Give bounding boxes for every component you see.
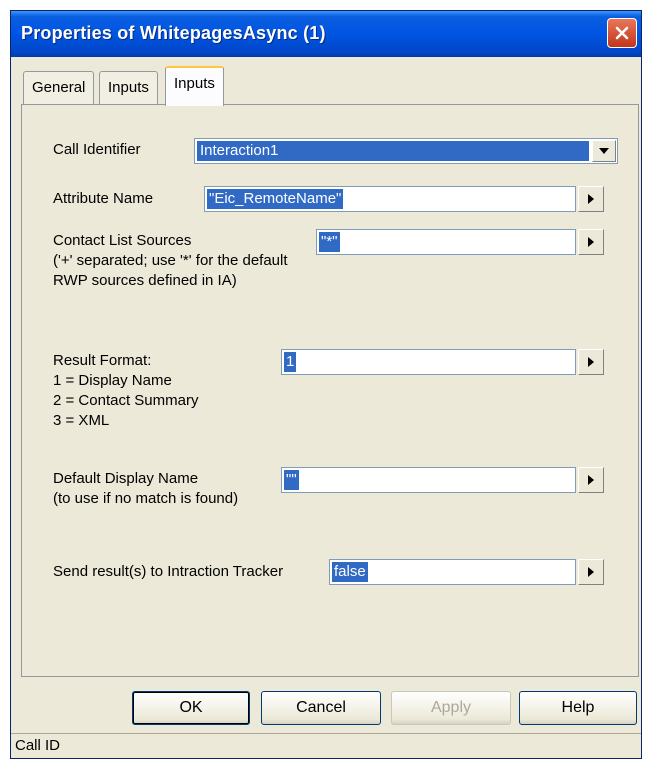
result-format-option-2: 2 = Contact Summary	[53, 392, 199, 409]
tab-inputs[interactable]: Inputs	[99, 71, 158, 105]
call-identifier-dropdown-button[interactable]	[592, 140, 616, 162]
send-results-field[interactable]: false	[329, 559, 576, 585]
attribute-name-value: "Eic_RemoteName"	[207, 189, 344, 209]
call-identifier-value: Interaction1	[197, 141, 589, 161]
apply-button[interactable]: Apply	[391, 691, 511, 725]
status-text: Call ID	[15, 737, 61, 754]
tab-inputs-label: Inputs	[108, 79, 149, 96]
result-format-value: 1	[284, 352, 297, 372]
tab-panel: Call Identifier Interaction1 Attribute N…	[21, 104, 639, 677]
attribute-name-expression-button[interactable]	[578, 186, 604, 212]
send-results-label: Send result(s) to Intraction Tracker	[53, 563, 284, 580]
help-button[interactable]: Help	[519, 691, 637, 725]
contact-list-sources-expression-button[interactable]	[578, 229, 604, 255]
play-arrow-icon	[588, 475, 594, 485]
close-button[interactable]	[607, 18, 637, 48]
tab-inputs-active[interactable]: Inputs	[165, 66, 224, 106]
ok-button[interactable]: OK	[132, 691, 250, 725]
default-display-name-label: Default Display Name	[53, 470, 199, 487]
result-format-option-3: 3 = XML	[53, 412, 110, 429]
tab-inputs-active-label: Inputs	[174, 75, 215, 92]
send-results-value: false	[332, 562, 368, 582]
title-bar[interactable]: Properties of WhitepagesAsync (1)	[11, 11, 641, 57]
default-display-name-value: ""	[284, 470, 299, 490]
attribute-name-field[interactable]: "Eic_RemoteName"	[204, 186, 576, 212]
play-arrow-icon	[588, 357, 594, 367]
play-arrow-icon	[588, 237, 594, 247]
contact-list-sources-value: "*"	[319, 232, 340, 252]
default-display-name-expression-button[interactable]	[578, 467, 604, 493]
properties-dialog: Properties of WhitepagesAsync (1) Genera…	[10, 10, 642, 759]
call-identifier-label: Call Identifier	[53, 141, 141, 158]
cancel-button[interactable]: Cancel	[261, 691, 381, 725]
contact-list-sources-hint-2: RWP sources defined in IA)	[53, 272, 237, 289]
call-identifier-dropdown[interactable]: Interaction1	[194, 138, 618, 164]
contact-list-sources-label: Contact List Sources	[53, 232, 192, 249]
play-arrow-icon	[588, 567, 594, 577]
status-bar: Call ID	[11, 733, 641, 758]
tab-general[interactable]: General	[23, 71, 95, 105]
result-format-option-1: 1 = Display Name	[53, 372, 172, 389]
tab-general-label: General	[32, 79, 86, 96]
result-format-label: Result Format:	[53, 352, 152, 369]
result-format-field[interactable]: 1	[281, 349, 576, 375]
contact-list-sources-field[interactable]: "*"	[316, 229, 576, 255]
window-title: Properties of WhitepagesAsync (1)	[21, 23, 326, 43]
result-format-expression-button[interactable]	[578, 349, 604, 375]
contact-list-sources-hint-1: ('+' separated; use '*' for the default	[53, 252, 288, 269]
default-display-name-field[interactable]: ""	[281, 467, 576, 493]
attribute-name-label: Attribute Name	[53, 190, 154, 207]
play-arrow-icon	[588, 194, 594, 204]
send-results-expression-button[interactable]	[578, 559, 604, 585]
dropdown-arrow-icon	[599, 148, 609, 154]
close-icon	[615, 26, 629, 40]
default-display-name-hint: (to use if no match is found)	[53, 490, 239, 507]
